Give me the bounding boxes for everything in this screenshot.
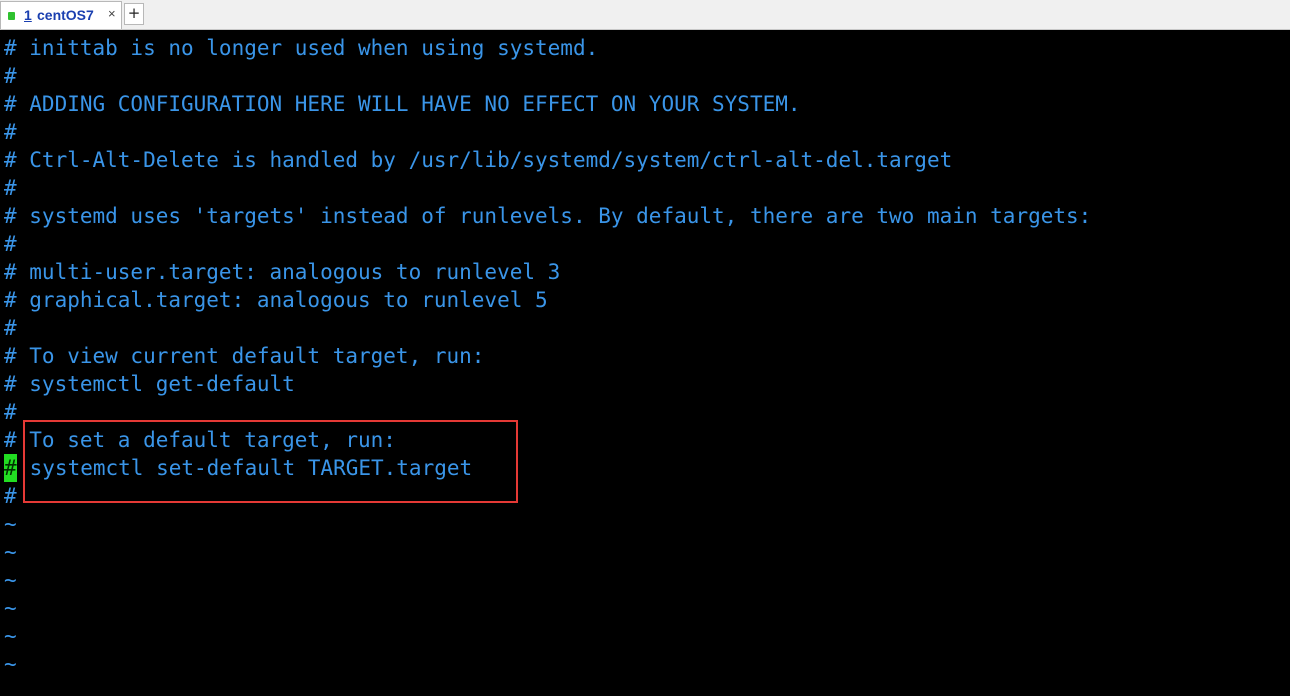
terminal-line: # (4, 316, 17, 340)
terminal-line: # (4, 232, 17, 256)
connection-status-icon (8, 12, 15, 20)
terminal-line: # inittab is no longer used when using s… (4, 36, 599, 60)
terminal-line: # multi-user.target: analogous to runlev… (4, 260, 561, 284)
terminal-line: # (4, 64, 17, 88)
tab-label: centOS7 (37, 7, 94, 23)
terminal-line: # (4, 176, 17, 200)
tab-centos7[interactable]: 1 centOS7 × (0, 1, 122, 29)
tab-number: 1 (24, 7, 32, 23)
terminal-screen[interactable]: # inittab is no longer used when using s… (0, 30, 1290, 696)
highlight-annotation-box (23, 420, 518, 503)
text-cursor: # (4, 454, 17, 482)
close-icon[interactable]: × (108, 6, 116, 21)
empty-line-marker: ~ (4, 652, 17, 676)
empty-line-marker: ~ (4, 540, 17, 564)
empty-line-marker: ~ (4, 512, 17, 536)
empty-line-marker: ~ (4, 624, 17, 648)
terminal-line: # (4, 484, 17, 508)
terminal-line: # (4, 400, 17, 424)
empty-line-marker: ~ (4, 568, 17, 592)
terminal-line: # systemd uses 'targets' instead of runl… (4, 204, 1092, 228)
terminal-line: # To view current default target, run: (4, 344, 485, 368)
empty-line-marker: ~ (4, 596, 17, 620)
tab-bar: 1 centOS7 × + (0, 0, 1290, 30)
terminal-line: # Ctrl-Alt-Delete is handled by /usr/lib… (4, 148, 953, 172)
terminal-line: # systemctl get-default (4, 372, 295, 396)
terminal-line: # ADDING CONFIGURATION HERE WILL HAVE NO… (4, 92, 801, 116)
terminal-line: # graphical.target: analogous to runleve… (4, 288, 548, 312)
new-tab-button[interactable]: + (124, 3, 144, 25)
terminal-line: # (4, 120, 17, 144)
